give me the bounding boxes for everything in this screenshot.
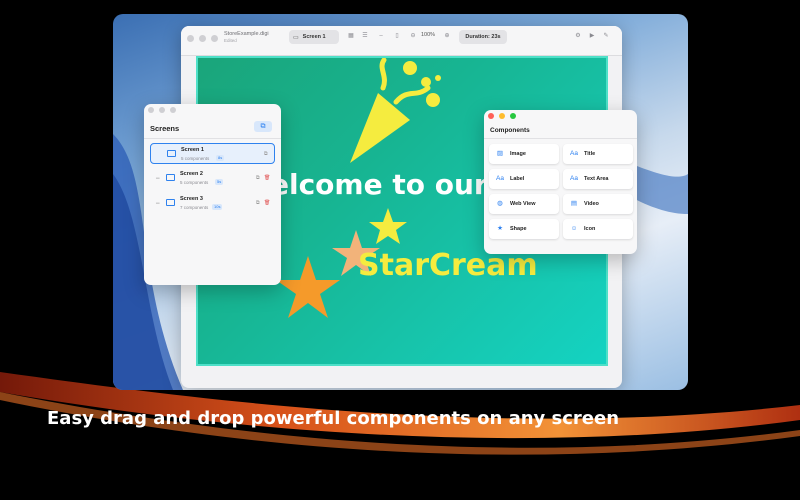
screen-name: Screen 1 <box>181 147 204 153</box>
close-window-button[interactable] <box>187 35 194 42</box>
screen-row[interactable]: ═ Screen 2 5 components 5s ⧉ 🗑 <box>150 168 275 189</box>
smiley-icon: ☺ <box>570 225 578 232</box>
components-panel-title: Components <box>490 127 530 134</box>
minimize-panel-button[interactable] <box>499 113 505 119</box>
gear-icon[interactable]: ⚙ <box>574 33 582 40</box>
document-title: StoreExample.digi <box>224 31 269 37</box>
zoom-level: 100% <box>421 32 436 38</box>
screen-selector[interactable]: ▭ Screen 1 <box>289 30 339 44</box>
component-web-view[interactable]: ◍ Web View <box>489 194 559 214</box>
welcome-heading[interactable]: elcome to our <box>270 168 488 201</box>
screen-thumbnail-icon <box>166 174 175 181</box>
minimize-panel-button[interactable] <box>159 107 165 113</box>
toolbar: StoreExample.digi Edited ▭ Screen 1 ▦ ☰ … <box>181 26 622 56</box>
film-icon: ▤ <box>570 200 578 207</box>
grid-icon[interactable]: ▦ <box>347 33 355 40</box>
screen-duration-badge: 10s <box>212 204 223 210</box>
duplicate-screen-icon[interactable]: ⧉ <box>256 200 260 206</box>
component-label: Label <box>510 176 525 182</box>
component-label: Text Area <box>584 176 609 182</box>
label-icon: Aa <box>496 175 504 182</box>
drag-handle-icon[interactable]: ═ <box>156 201 160 207</box>
screens-panel-title: Screens <box>150 124 180 133</box>
add-screen-button[interactable]: ⧉ <box>254 121 272 132</box>
zoom-window-button[interactable] <box>211 35 218 42</box>
zoom-out-icon[interactable]: ⊖ <box>409 33 417 40</box>
component-icon[interactable]: ☺ Icon <box>563 219 633 239</box>
screens-icon: ▭ <box>293 34 299 41</box>
window-controls <box>187 35 218 42</box>
globe-icon: ◍ <box>497 200 503 207</box>
drag-handle-icon[interactable]: ═ <box>156 176 160 182</box>
screen-selector-label: Screen 1 <box>302 34 326 40</box>
close-panel-button[interactable] <box>488 113 494 119</box>
screen-row[interactable]: ═ Screen 3 7 components 10s ⧉ 🗑 <box>150 193 275 214</box>
screen-row[interactable]: Screen 1 5 components 8s ⧉ <box>150 143 275 164</box>
play-icon[interactable]: ▶ <box>588 33 596 40</box>
component-label: Video <box>584 201 599 207</box>
component-shape[interactable]: ★ Shape <box>489 219 559 239</box>
component-label-item[interactable]: Aa Label <box>489 169 559 189</box>
screen-duration-badge: 5s <box>215 179 224 185</box>
zoom-in-icon[interactable]: ⊕ <box>443 33 451 40</box>
screen-thumbnail-icon <box>166 199 175 206</box>
title-icon: Aa <box>570 150 578 157</box>
party-popper-graphic <box>350 58 441 163</box>
screens-panel: Screens ⧉ Screen 1 5 components 8s ⧉ ═ S… <box>144 104 281 285</box>
minus-icon[interactable]: – <box>377 33 385 40</box>
screens-panel-controls <box>148 107 176 113</box>
screen-name: Screen 3 <box>180 196 203 202</box>
star-icon: ★ <box>497 225 503 232</box>
minimize-window-button[interactable] <box>199 35 206 42</box>
document-status: Edited <box>224 38 237 43</box>
text-area-icon: Aa <box>570 175 578 182</box>
promo-caption: Easy drag and drop powerful components o… <box>47 408 620 429</box>
component-video[interactable]: ▤ Video <box>563 194 633 214</box>
screen-name: Screen 2 <box>180 171 203 177</box>
screen-thumbnail-icon <box>167 150 176 157</box>
component-label: Web View <box>510 201 536 207</box>
duplicate-screen-icon[interactable]: ⧉ <box>264 151 268 157</box>
close-panel-button[interactable] <box>148 107 154 113</box>
zoom-panel-button[interactable] <box>170 107 176 113</box>
component-label: Shape <box>510 226 527 232</box>
trash-icon[interactable]: 🗑 <box>264 200 270 206</box>
zoom-panel-button[interactable] <box>510 113 516 119</box>
image-icon: ▨ <box>496 150 504 157</box>
duplicate-icon: ⧉ <box>260 122 266 130</box>
build-icon[interactable]: ✎ <box>602 33 610 40</box>
duration-display: Duration: 23s <box>459 30 507 44</box>
component-label: Image <box>510 151 526 157</box>
screen-component-count: 7 components <box>180 205 209 210</box>
page-icon[interactable]: ▯ <box>393 33 401 40</box>
components-panel: Components ▨ Image Aa Title Aa Label Aa … <box>484 110 637 254</box>
components-panel-controls <box>488 113 516 119</box>
list-icon[interactable]: ☰ <box>361 33 369 40</box>
component-image[interactable]: ▨ Image <box>489 144 559 164</box>
component-title[interactable]: Aa Title <box>563 144 633 164</box>
component-text-area[interactable]: Aa Text Area <box>563 169 633 189</box>
component-label: Title <box>584 151 596 157</box>
trash-icon[interactable]: 🗑 <box>264 175 270 181</box>
duplicate-screen-icon[interactable]: ⧉ <box>256 175 260 181</box>
screen-component-count: 5 components <box>181 156 210 161</box>
divider <box>144 138 281 139</box>
screen-component-count: 5 components <box>180 180 209 185</box>
screen-duration-badge: 8s <box>216 155 225 161</box>
component-label: Icon <box>584 226 596 232</box>
divider <box>484 138 637 139</box>
